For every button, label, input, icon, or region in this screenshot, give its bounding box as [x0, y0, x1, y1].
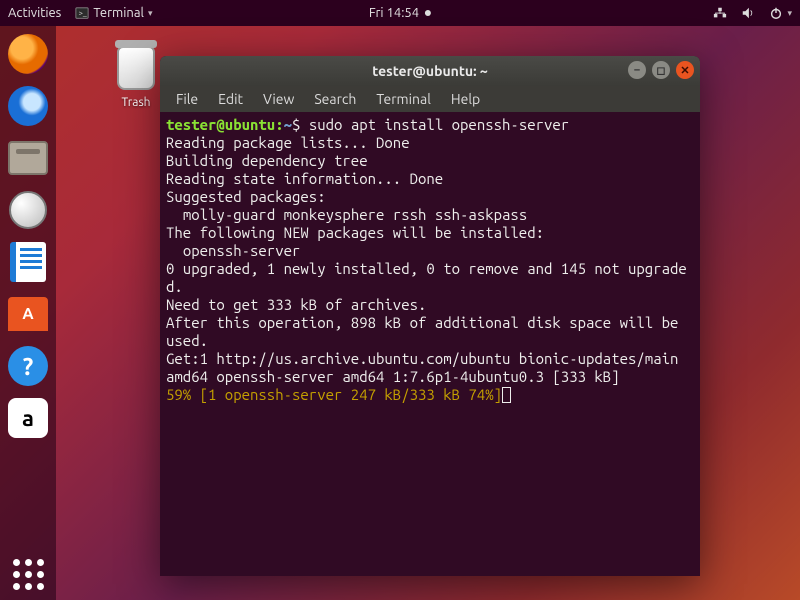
term-line: Reading package lists... Done	[166, 134, 410, 151]
term-line: Suggested packages:	[166, 188, 326, 205]
term-line: After this operation, 898 kB of addition…	[166, 314, 687, 349]
window-controls: – ◻ ✕	[628, 61, 694, 79]
term-line: Need to get 333 kB of archives.	[166, 296, 426, 313]
svg-text:>_: >_	[79, 10, 87, 18]
term-line: openssh-server	[166, 242, 300, 259]
network-icon	[713, 6, 727, 20]
term-line: 0 upgraded, 1 newly installed, 0 to remo…	[166, 260, 687, 295]
window-titlebar[interactable]: tester@ubuntu: ~ – ◻ ✕	[160, 56, 700, 86]
menu-file[interactable]: File	[168, 89, 206, 109]
window-title: tester@ubuntu: ~	[372, 63, 488, 79]
launcher-dock: ? a	[0, 26, 56, 600]
notification-dot-icon	[425, 10, 431, 16]
dock-app-thunderbird[interactable]	[6, 84, 50, 128]
writer-icon	[10, 242, 46, 282]
clock[interactable]: Fri 14:54	[369, 6, 431, 20]
amazon-icon: a	[8, 398, 48, 438]
dock-app-firefox[interactable]	[6, 32, 50, 76]
window-maximize-button[interactable]: ◻	[652, 61, 670, 79]
chevron-down-icon: ▾	[148, 8, 153, 19]
maximize-icon: ◻	[656, 64, 665, 77]
software-icon	[8, 297, 48, 331]
term-line: Building dependency tree	[166, 152, 368, 169]
activities-button[interactable]: Activities	[8, 6, 61, 20]
prompt-sep: :	[275, 116, 283, 133]
trash-icon	[112, 46, 160, 94]
terminal-cursor	[502, 387, 511, 403]
menu-terminal[interactable]: Terminal	[368, 89, 439, 109]
menu-edit[interactable]: Edit	[210, 89, 251, 109]
rhythmbox-icon	[9, 191, 47, 229]
help-icon: ?	[8, 346, 48, 386]
dock-app-rhythmbox[interactable]	[6, 188, 50, 232]
dock-app-software[interactable]	[6, 292, 50, 336]
clock-text: Fri 14:54	[369, 6, 419, 20]
app-menu[interactable]: >_ Terminal ▾	[75, 6, 152, 20]
terminal-window: tester@ubuntu: ~ – ◻ ✕ File Edit View Se…	[160, 56, 700, 576]
window-minimize-button[interactable]: –	[628, 61, 646, 79]
term-line: molly-guard monkeysphere rssh ssh-askpas…	[166, 206, 527, 223]
dock-app-help[interactable]: ?	[6, 344, 50, 388]
activities-label: Activities	[8, 6, 61, 20]
prompt-path: ~	[284, 116, 292, 133]
apps-grid-icon	[13, 559, 44, 590]
term-line: The following NEW packages will be insta…	[166, 224, 544, 241]
prompt-user: tester@ubuntu	[166, 116, 275, 133]
term-line: Reading state information... Done	[166, 170, 443, 187]
menu-help[interactable]: Help	[443, 89, 488, 109]
show-applications-button[interactable]	[0, 559, 56, 590]
command-text: sudo apt install openssh-server	[309, 116, 569, 133]
minimize-icon: –	[634, 64, 640, 76]
close-icon: ✕	[680, 64, 689, 77]
dock-app-writer[interactable]	[6, 240, 50, 284]
terminal-icon: >_	[75, 6, 89, 20]
firefox-icon	[8, 34, 48, 74]
window-close-button[interactable]: ✕	[676, 61, 694, 79]
volume-indicator[interactable]	[741, 6, 755, 20]
chevron-down-icon: ▾	[787, 8, 792, 19]
volume-icon	[741, 6, 755, 20]
network-indicator[interactable]	[713, 6, 727, 20]
menu-view[interactable]: View	[255, 89, 302, 109]
term-line: Get:1 http://us.archive.ubuntu.com/ubunt…	[166, 350, 687, 385]
menu-search[interactable]: Search	[306, 89, 364, 109]
dock-app-files[interactable]	[6, 136, 50, 180]
files-icon	[8, 141, 48, 175]
prompt-end: $	[292, 116, 309, 133]
dock-app-amazon[interactable]: a	[6, 396, 50, 440]
power-indicator[interactable]: ▾	[769, 6, 792, 20]
terminal-menubar: File Edit View Search Terminal Help	[160, 86, 700, 112]
terminal-viewport[interactable]: tester@ubuntu:~$ sudo apt install openss…	[160, 112, 700, 576]
thunderbird-icon	[8, 86, 48, 126]
download-progress: 59% [1 openssh-server 247 kB/333 kB 74%]	[166, 386, 502, 403]
gnome-topbar: Activities >_ Terminal ▾ Fri 14:54 ▾	[0, 0, 800, 26]
app-menu-label: Terminal	[93, 6, 144, 20]
power-icon	[769, 6, 783, 20]
